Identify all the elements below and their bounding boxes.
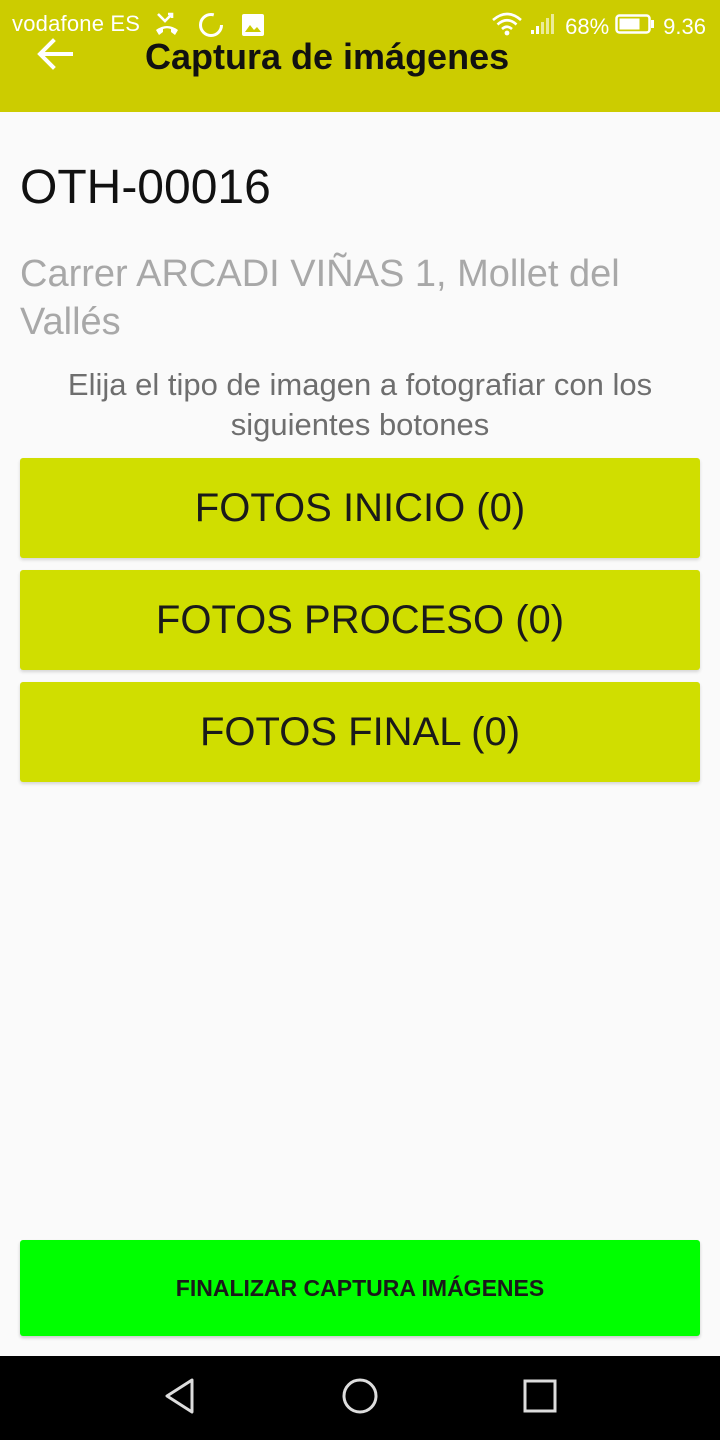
photos-start-button[interactable]: FOTOS INICIO (0) [20, 458, 700, 558]
page-title: Captura de imágenes [145, 36, 510, 77]
arrow-left-icon [37, 37, 73, 75]
signal-icon [529, 12, 555, 42]
app-header: vodafone ES 68% 9.36 Captura de imágenes [0, 0, 720, 112]
battery-icon [615, 13, 655, 41]
circle-home-icon [340, 1376, 380, 1421]
screen: vodafone ES 68% 9.36 Captura de imágenes… [0, 0, 720, 1440]
nav-back-button[interactable] [158, 1376, 202, 1420]
system-navigation-bar [0, 1356, 720, 1440]
nav-home-button[interactable] [338, 1376, 382, 1420]
order-address: Carrer ARCADI VIÑAS 1, Mollet del Vallés [20, 253, 620, 343]
photos-process-button[interactable]: FOTOS PROCESO (0) [20, 570, 700, 670]
nav-recent-button[interactable] [518, 1376, 562, 1420]
battery-percent: 68% [565, 14, 610, 39]
square-recent-icon [522, 1378, 558, 1419]
status-indicators: 68% 9.36 [491, 11, 706, 43]
triangle-back-icon [162, 1377, 198, 1420]
clock: 9.36 [663, 14, 706, 39]
photos-final-button[interactable]: FOTOS FINAL (0) [20, 682, 700, 782]
instructions-text: Elija el tipo de imagen a fotografiar co… [67, 367, 653, 442]
back-button[interactable] [30, 34, 80, 78]
order-code: OTH-00016 [20, 161, 271, 214]
finish-capture-button[interactable]: FINALIZAR CAPTURA IMÁGENES [20, 1240, 700, 1336]
